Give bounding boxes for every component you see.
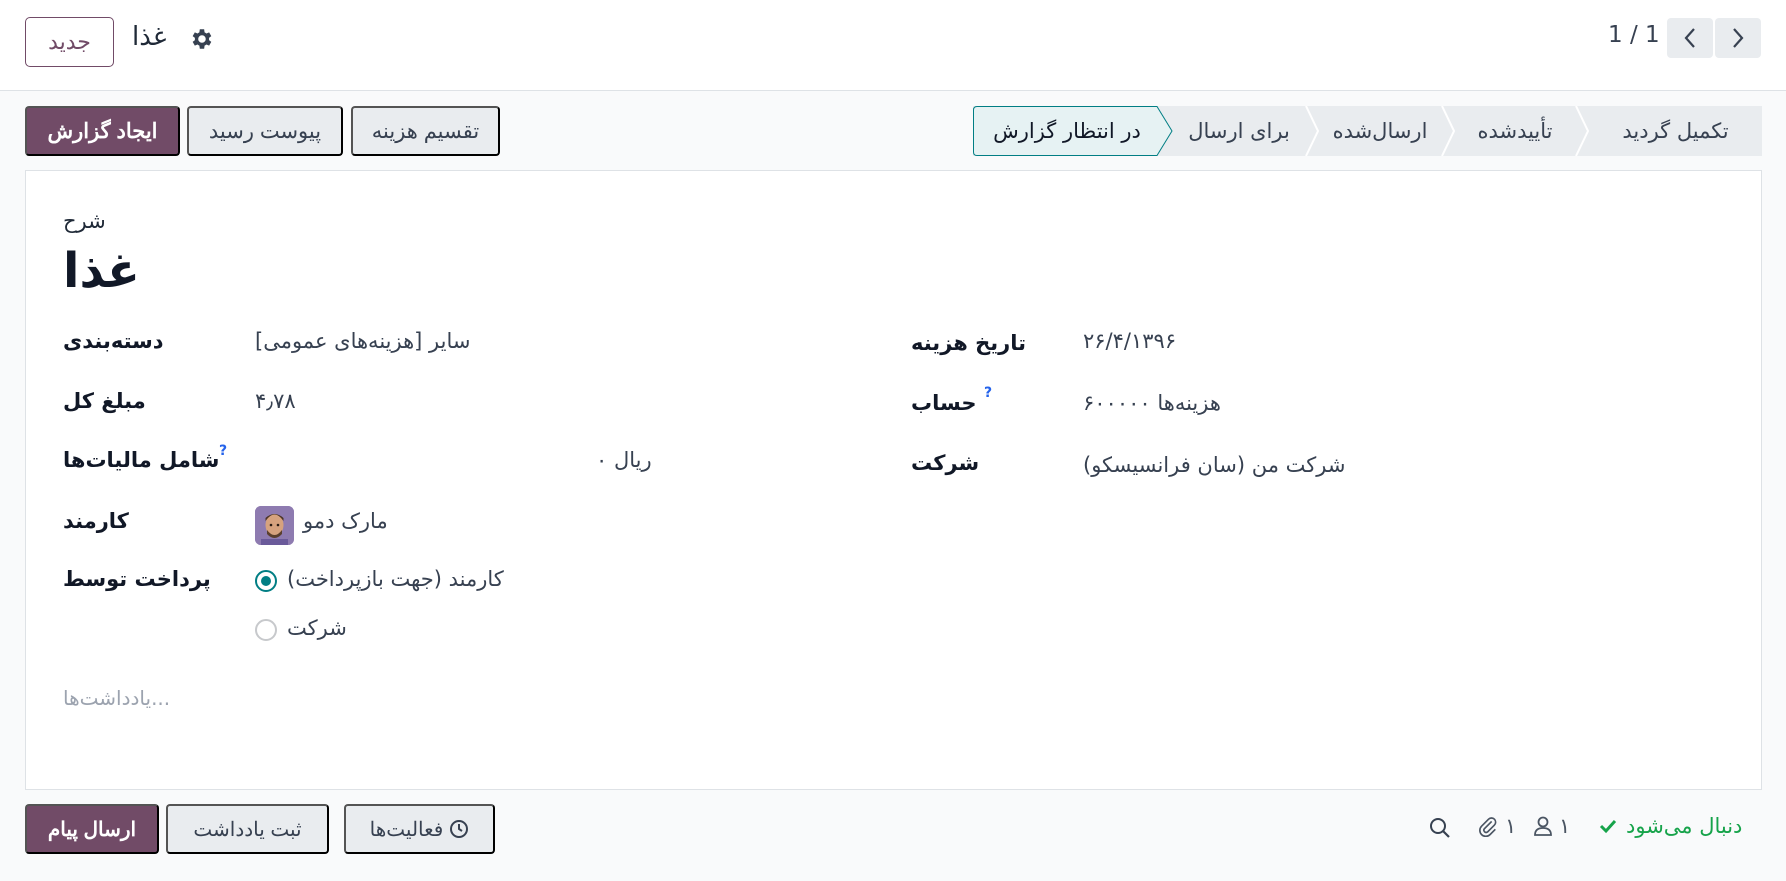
pager-previous-button[interactable]: [1667, 18, 1713, 58]
user-avatar-icon: [255, 506, 294, 545]
help-tooltip-icon[interactable]: ?: [984, 385, 992, 401]
stage-separator: [1575, 106, 1589, 156]
paid-by-company-radio[interactable]: [255, 619, 277, 641]
chevron-right-icon: [1733, 28, 1744, 48]
paid-by-employee-option[interactable]: کارمند (جهت بازپرداخت): [287, 567, 504, 591]
chevron-left-icon: [1684, 28, 1695, 48]
stage-separator: [1441, 106, 1455, 156]
paperclip-icon: [1479, 817, 1497, 837]
employee-label: کارمند: [63, 509, 129, 533]
breadcrumb-title: غذا: [132, 22, 167, 52]
pager-value[interactable]: 1 / 1: [1608, 22, 1660, 48]
stage-submitted[interactable]: ارسال‌شده: [1319, 106, 1441, 156]
included-taxes-value: ۰ ریال: [596, 448, 652, 472]
check-icon: [1599, 819, 1617, 834]
clock-icon: [450, 820, 469, 838]
expense-date-field[interactable]: ۲۶/۴/۱۳۹۶: [1083, 329, 1176, 353]
activities-button[interactable]: فعالیت‌ها: [344, 804, 495, 854]
send-message-button[interactable]: ارسال پیام: [25, 804, 159, 854]
create-report-button[interactable]: ایجاد گزارش: [25, 106, 180, 156]
following-label: دنبال می‌شود: [1626, 814, 1743, 838]
company-field[interactable]: شرکت من (سان فرانسیسکو): [1083, 453, 1345, 477]
following-toggle[interactable]: دنبال می‌شود: [1598, 814, 1742, 838]
employee-field[interactable]: مارک دمو: [303, 509, 388, 533]
activities-label: فعالیت‌ها: [369, 818, 444, 841]
total-label: مبلغ کل: [63, 389, 146, 413]
attachments-count: ۱: [1505, 814, 1517, 838]
expense-date-label: تاریخ هزینه: [911, 331, 1027, 355]
attach-receipt-button[interactable]: پیوست رسید: [187, 106, 343, 156]
status-bar: در انتظار گزارش برای ارسال ارسال‌شده تأی…: [973, 106, 1762, 156]
followers-counter[interactable]: ۱: [1533, 814, 1570, 838]
category-label: دسته‌بندی: [63, 329, 164, 353]
control-panel: جدید غذا 1 / 1: [0, 0, 1786, 91]
employee-avatar: [255, 506, 294, 545]
paid-by-company-option[interactable]: شرکت: [287, 616, 347, 640]
total-field[interactable]: ۴٫۷۸: [255, 389, 296, 413]
user-icon: [1534, 816, 1552, 836]
stage-approved[interactable]: تأییدشده: [1455, 106, 1575, 156]
included-taxes-label: شامل مالیات‌ها: [63, 448, 220, 472]
stage-done[interactable]: تکمیل گردید: [1589, 106, 1762, 156]
category-field[interactable]: [هزینه‌های عمومی] سایر: [255, 329, 470, 353]
expense-title[interactable]: غذا: [63, 243, 140, 299]
stage-separator: [1305, 106, 1319, 156]
gear-icon[interactable]: [188, 26, 214, 52]
description-label: شرح: [63, 209, 106, 233]
company-label: شرکت: [911, 451, 980, 475]
split-expense-button[interactable]: تقسیم هزینه: [351, 106, 500, 156]
pager-next-button[interactable]: [1715, 18, 1761, 58]
notes-field[interactable]: یادداشت‌ها...: [63, 686, 170, 710]
paid-by-employee-radio[interactable]: [255, 570, 277, 592]
paid-by-label: پرداخت توسط: [63, 567, 211, 591]
help-tooltip-icon[interactable]: ?: [219, 443, 227, 459]
stage-waiting-report[interactable]: در انتظار گزارش: [973, 106, 1161, 156]
attachments-counter[interactable]: ۱: [1477, 814, 1516, 838]
log-note-button[interactable]: ثبت یادداشت: [166, 804, 329, 854]
followers-count: ۱: [1559, 814, 1571, 838]
search-icon[interactable]: [1428, 816, 1452, 840]
stage-to-submit[interactable]: برای ارسال: [1173, 106, 1305, 156]
account-field[interactable]: ۶۰۰۰۰۰ هزینه‌ها: [1083, 391, 1221, 415]
new-button[interactable]: جدید: [25, 17, 114, 67]
account-label: حساب: [911, 391, 977, 415]
form-sheet: شرح غذا دسته‌بندی [هزینه‌های عمومی] سایر…: [25, 170, 1762, 790]
